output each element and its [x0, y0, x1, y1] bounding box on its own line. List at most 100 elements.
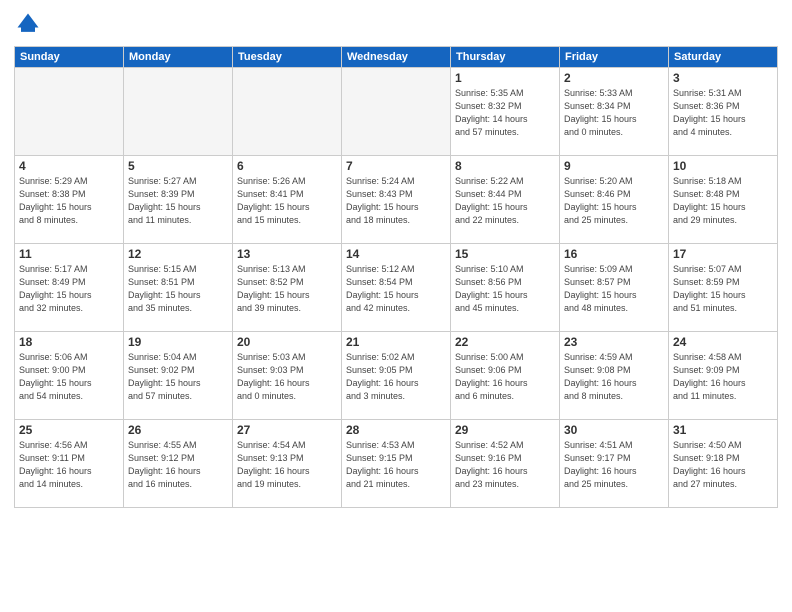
day-number: 12 — [128, 247, 228, 261]
calendar-cell: 26 Sunrise: 4:55 AM Sunset: 9:12 PM Dayli… — [124, 420, 233, 508]
day-number: 21 — [346, 335, 446, 349]
day-number: 6 — [237, 159, 337, 173]
day-info: Sunrise: 5:07 AM Sunset: 8:59 PM Dayligh… — [673, 263, 773, 315]
day-info: Sunrise: 4:50 AM Sunset: 9:18 PM Dayligh… — [673, 439, 773, 491]
day-info: Sunrise: 4:55 AM Sunset: 9:12 PM Dayligh… — [128, 439, 228, 491]
page: SundayMondayTuesdayWednesdayThursdayFrid… — [0, 0, 792, 612]
calendar: SundayMondayTuesdayWednesdayThursdayFrid… — [14, 46, 778, 508]
day-info: Sunrise: 5:09 AM Sunset: 8:57 PM Dayligh… — [564, 263, 664, 315]
day-info: Sunrise: 5:06 AM Sunset: 9:00 PM Dayligh… — [19, 351, 119, 403]
day-number: 30 — [564, 423, 664, 437]
day-info: Sunrise: 5:10 AM Sunset: 8:56 PM Dayligh… — [455, 263, 555, 315]
calendar-cell: 17 Sunrise: 5:07 AM Sunset: 8:59 PM Dayli… — [669, 244, 778, 332]
calendar-cell: 31 Sunrise: 4:50 AM Sunset: 9:18 PM Dayli… — [669, 420, 778, 508]
day-number: 13 — [237, 247, 337, 261]
week-row-1: 4Sunrise: 5:29 AM Sunset: 8:38 PM Daylig… — [15, 156, 778, 244]
calendar-cell — [342, 68, 451, 156]
week-row-4: 25 Sunrise: 4:56 AM Sunset: 9:11 PM Dayli… — [15, 420, 778, 508]
day-info: Sunrise: 4:56 AM Sunset: 9:11 PM Dayligh… — [19, 439, 119, 491]
day-info: Sunrise: 5:15 AM Sunset: 8:51 PM Dayligh… — [128, 263, 228, 315]
weekday-header-sunday: Sunday — [15, 47, 124, 68]
calendar-cell: 2 Sunrise: 5:33 AM Sunset: 8:34 PM Daylig… — [560, 68, 669, 156]
weekday-header-saturday: Saturday — [669, 47, 778, 68]
calendar-cell: 14Sunrise: 5:12 AM Sunset: 8:54 PM Dayli… — [342, 244, 451, 332]
calendar-cell: 24Sunrise: 4:58 AM Sunset: 9:09 PM Dayli… — [669, 332, 778, 420]
calendar-cell: 5 Sunrise: 5:27 AM Sunset: 8:39 PM Daylig… — [124, 156, 233, 244]
day-number: 7 — [346, 159, 446, 173]
day-info: Sunrise: 4:59 AM Sunset: 9:08 PM Dayligh… — [564, 351, 664, 403]
day-number: 27 — [237, 423, 337, 437]
calendar-cell: 1 Sunrise: 5:35 AM Sunset: 8:32 PM Daylig… — [451, 68, 560, 156]
day-number: 26 — [128, 423, 228, 437]
calendar-cell: 19 Sunrise: 5:04 AM Sunset: 9:02 PM Dayli… — [124, 332, 233, 420]
day-info: Sunrise: 5:33 AM Sunset: 8:34 PM Dayligh… — [564, 87, 664, 139]
day-info: Sunrise: 4:51 AM Sunset: 9:17 PM Dayligh… — [564, 439, 664, 491]
calendar-cell: 20 Sunrise: 5:03 AM Sunset: 9:03 PM Dayli… — [233, 332, 342, 420]
calendar-cell: 28Sunrise: 4:53 AM Sunset: 9:15 PM Dayli… — [342, 420, 451, 508]
day-number: 17 — [673, 247, 773, 261]
weekday-header-tuesday: Tuesday — [233, 47, 342, 68]
week-row-2: 11Sunrise: 5:17 AM Sunset: 8:49 PM Dayli… — [15, 244, 778, 332]
day-info: Sunrise: 5:20 AM Sunset: 8:46 PM Dayligh… — [564, 175, 664, 227]
day-number: 16 — [564, 247, 664, 261]
calendar-cell: 15Sunrise: 5:10 AM Sunset: 8:56 PM Dayli… — [451, 244, 560, 332]
day-number: 29 — [455, 423, 555, 437]
day-number: 1 — [455, 71, 555, 85]
day-info: Sunrise: 5:13 AM Sunset: 8:52 PM Dayligh… — [237, 263, 337, 315]
calendar-cell: 6 Sunrise: 5:26 AM Sunset: 8:41 PM Daylig… — [233, 156, 342, 244]
calendar-cell: 18 Sunrise: 5:06 AM Sunset: 9:00 PM Dayli… — [15, 332, 124, 420]
day-number: 2 — [564, 71, 664, 85]
weekday-header-monday: Monday — [124, 47, 233, 68]
calendar-cell — [124, 68, 233, 156]
day-number: 14 — [346, 247, 446, 261]
day-number: 19 — [128, 335, 228, 349]
calendar-cell: 9 Sunrise: 5:20 AM Sunset: 8:46 PM Daylig… — [560, 156, 669, 244]
day-info: Sunrise: 5:27 AM Sunset: 8:39 PM Dayligh… — [128, 175, 228, 227]
weekday-header-row: SundayMondayTuesdayWednesdayThursdayFrid… — [15, 47, 778, 68]
day-info: Sunrise: 5:03 AM Sunset: 9:03 PM Dayligh… — [237, 351, 337, 403]
day-number: 31 — [673, 423, 773, 437]
day-number: 3 — [673, 71, 773, 85]
day-number: 11 — [19, 247, 119, 261]
weekday-header-friday: Friday — [560, 47, 669, 68]
day-number: 10 — [673, 159, 773, 173]
calendar-cell: 21Sunrise: 5:02 AM Sunset: 9:05 PM Dayli… — [342, 332, 451, 420]
day-number: 9 — [564, 159, 664, 173]
day-number: 8 — [455, 159, 555, 173]
day-number: 22 — [455, 335, 555, 349]
calendar-cell: 27 Sunrise: 4:54 AM Sunset: 9:13 PM Dayli… — [233, 420, 342, 508]
calendar-cell: 12 Sunrise: 5:15 AM Sunset: 8:51 PM Dayli… — [124, 244, 233, 332]
day-number: 23 — [564, 335, 664, 349]
day-info: Sunrise: 4:54 AM Sunset: 9:13 PM Dayligh… — [237, 439, 337, 491]
calendar-cell: 4Sunrise: 5:29 AM Sunset: 8:38 PM Daylig… — [15, 156, 124, 244]
weekday-header-wednesday: Wednesday — [342, 47, 451, 68]
day-info: Sunrise: 5:24 AM Sunset: 8:43 PM Dayligh… — [346, 175, 446, 227]
day-number: 5 — [128, 159, 228, 173]
day-number: 25 — [19, 423, 119, 437]
day-number: 18 — [19, 335, 119, 349]
day-info: Sunrise: 5:22 AM Sunset: 8:44 PM Dayligh… — [455, 175, 555, 227]
day-number: 24 — [673, 335, 773, 349]
calendar-cell: 7 Sunrise: 5:24 AM Sunset: 8:43 PM Daylig… — [342, 156, 451, 244]
logo-icon — [14, 10, 42, 38]
calendar-cell: 11Sunrise: 5:17 AM Sunset: 8:49 PM Dayli… — [15, 244, 124, 332]
day-info: Sunrise: 5:18 AM Sunset: 8:48 PM Dayligh… — [673, 175, 773, 227]
calendar-cell: 10 Sunrise: 5:18 AM Sunset: 8:48 PM Dayli… — [669, 156, 778, 244]
calendar-cell: 13 Sunrise: 5:13 AM Sunset: 8:52 PM Dayli… — [233, 244, 342, 332]
calendar-cell: 8 Sunrise: 5:22 AM Sunset: 8:44 PM Daylig… — [451, 156, 560, 244]
day-info: Sunrise: 5:04 AM Sunset: 9:02 PM Dayligh… — [128, 351, 228, 403]
calendar-cell: 22Sunrise: 5:00 AM Sunset: 9:06 PM Dayli… — [451, 332, 560, 420]
day-info: Sunrise: 5:35 AM Sunset: 8:32 PM Dayligh… — [455, 87, 555, 139]
day-number: 20 — [237, 335, 337, 349]
calendar-cell: 23 Sunrise: 4:59 AM Sunset: 9:08 PM Dayli… — [560, 332, 669, 420]
day-number: 4 — [19, 159, 119, 173]
day-info: Sunrise: 5:31 AM Sunset: 8:36 PM Dayligh… — [673, 87, 773, 139]
weekday-header-thursday: Thursday — [451, 47, 560, 68]
calendar-cell: 29Sunrise: 4:52 AM Sunset: 9:16 PM Dayli… — [451, 420, 560, 508]
calendar-cell: 30 Sunrise: 4:51 AM Sunset: 9:17 PM Dayli… — [560, 420, 669, 508]
day-info: Sunrise: 5:26 AM Sunset: 8:41 PM Dayligh… — [237, 175, 337, 227]
week-row-0: 1 Sunrise: 5:35 AM Sunset: 8:32 PM Daylig… — [15, 68, 778, 156]
header — [14, 10, 778, 38]
calendar-cell: 3 Sunrise: 5:31 AM Sunset: 8:36 PM Daylig… — [669, 68, 778, 156]
calendar-cell: 25 Sunrise: 4:56 AM Sunset: 9:11 PM Dayli… — [15, 420, 124, 508]
